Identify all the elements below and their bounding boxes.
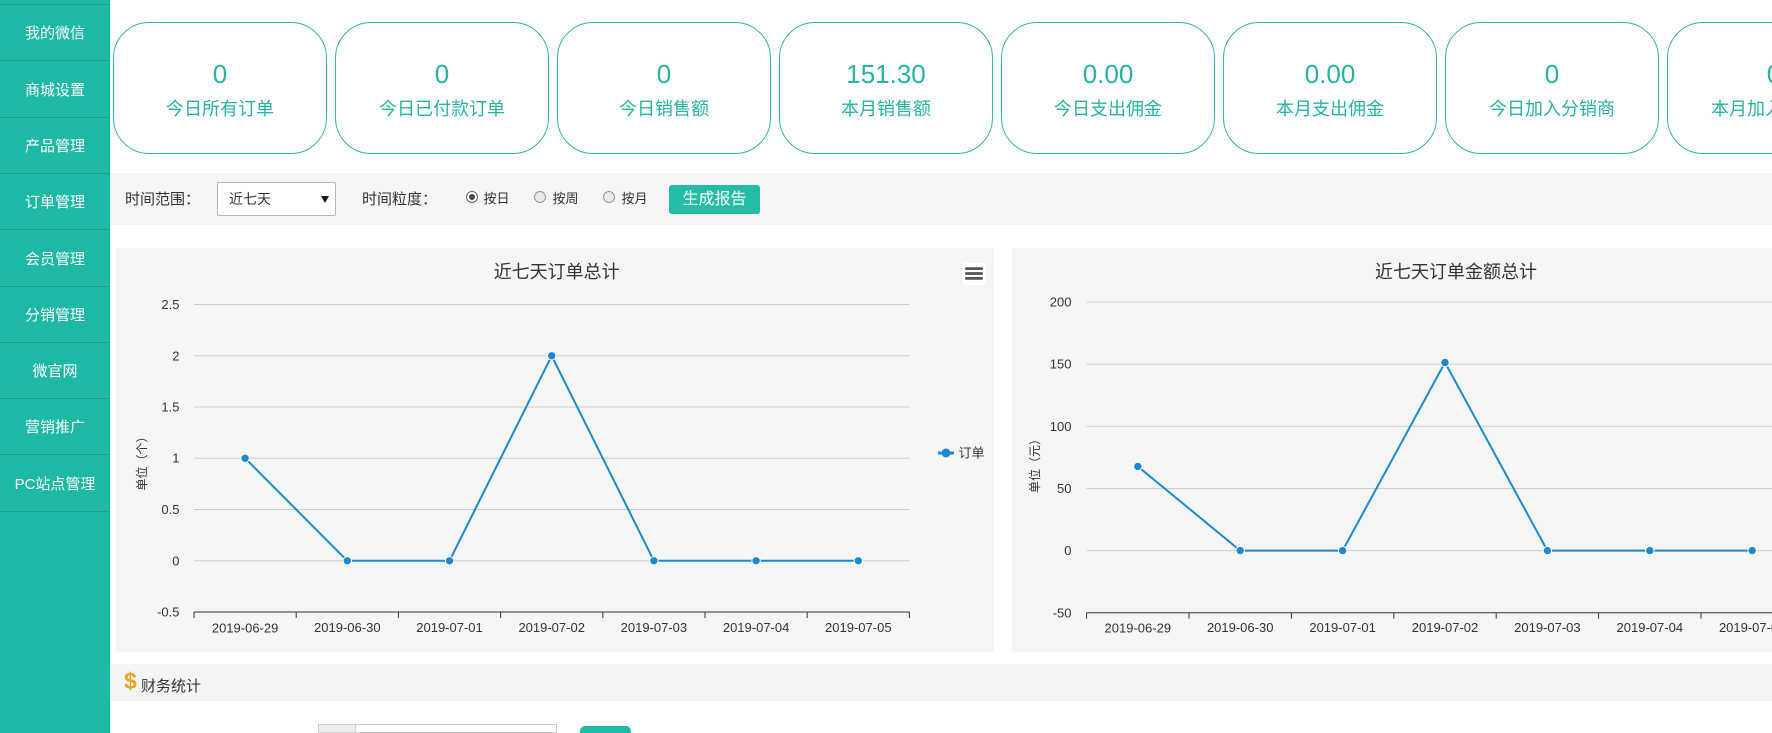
svg-text:150: 150: [1050, 357, 1072, 372]
svg-text:2019-07-05: 2019-07-05: [1719, 620, 1772, 635]
svg-text:订单: 订单: [959, 446, 985, 461]
svg-text:50: 50: [1057, 481, 1071, 496]
svg-text:2.5: 2.5: [161, 297, 179, 312]
svg-text:2019-07-02: 2019-07-02: [518, 620, 585, 635]
svg-text:近七天订单金额总计: 近七天订单金额总计: [1375, 262, 1537, 282]
svg-text:2019-07-05: 2019-07-05: [825, 620, 892, 635]
svg-text:0: 0: [1064, 543, 1071, 558]
svg-text:2019-07-03: 2019-07-03: [1514, 620, 1581, 635]
svg-text:-50: -50: [1053, 605, 1072, 620]
svg-text:2019-07-03: 2019-07-03: [621, 620, 688, 635]
svg-text:2019-06-29: 2019-06-29: [212, 621, 279, 636]
svg-text:1.5: 1.5: [161, 400, 179, 415]
svg-text:2019-07-01: 2019-07-01: [416, 620, 483, 635]
svg-text:100: 100: [1050, 419, 1072, 434]
svg-text:2019-07-04: 2019-07-04: [723, 620, 790, 635]
svg-text:2019-06-30: 2019-06-30: [1207, 620, 1274, 635]
svg-text:0.5: 0.5: [161, 502, 179, 517]
svg-text:2019-06-29: 2019-06-29: [1105, 621, 1172, 636]
svg-text:200: 200: [1050, 295, 1072, 310]
svg-text:单位（个）: 单位（个）: [134, 430, 149, 490]
svg-text:2019-07-02: 2019-07-02: [1412, 620, 1479, 635]
svg-text:2019-07-01: 2019-07-01: [1309, 620, 1376, 635]
svg-text:-0.5: -0.5: [157, 605, 179, 620]
svg-text:近七天订单总计: 近七天订单总计: [494, 262, 620, 282]
svg-text:2: 2: [172, 348, 179, 363]
svg-text:2019-06-30: 2019-06-30: [314, 620, 381, 635]
svg-text:2019-07-04: 2019-07-04: [1617, 620, 1684, 635]
svg-text:0: 0: [172, 553, 179, 568]
svg-text:1: 1: [172, 451, 179, 466]
svg-text:单位（元）: 单位（元）: [1027, 433, 1042, 493]
